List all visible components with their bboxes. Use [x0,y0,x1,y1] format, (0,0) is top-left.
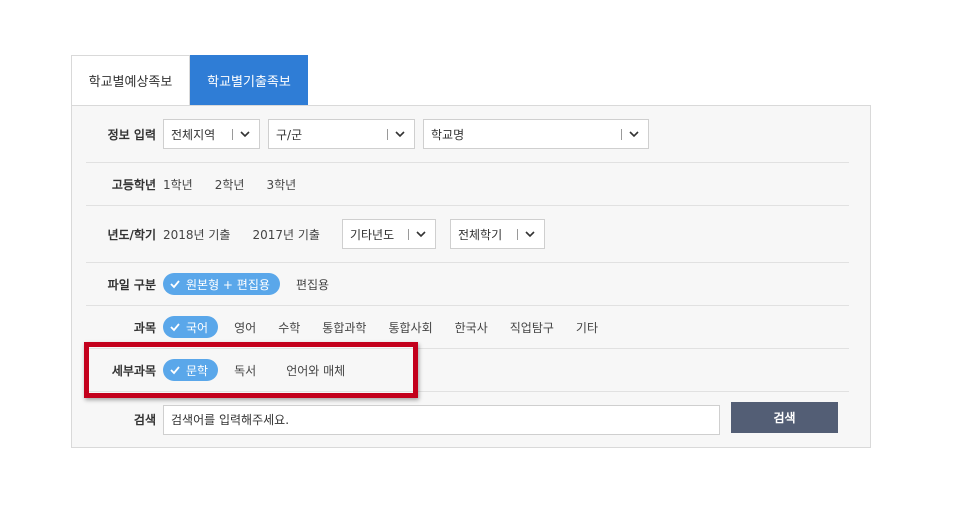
year-option-2017[interactable]: 2017년 기출 [252,226,319,243]
chevron-down-icon [395,131,405,138]
chevron-down-icon [240,131,250,138]
grade-option-3[interactable]: 3학년 [266,176,296,193]
grade-row: 고등학년 1학년 2학년 3학년 [86,163,849,206]
select-divider [232,129,233,140]
subject-option[interactable]: 직업탐구 [510,319,554,336]
file-type-row-label: 파일 구분 [107,277,156,292]
school-select[interactable]: 학교명 [423,119,649,149]
year-option-2018[interactable]: 2018년 기출 [163,226,230,243]
check-icon [170,280,180,289]
grade-row-label: 고등학년 [111,177,156,192]
subject-selected-label: 국어 [186,320,209,335]
chevron-down-icon [525,231,535,238]
search-row-label: 검색 [133,413,156,427]
info-row-label: 정보 입력 [107,127,156,142]
district-select[interactable]: 구/군 [268,119,415,149]
district-select-value: 구/군 [276,127,303,142]
year-row-label: 년도/학기 [107,227,156,242]
semester-select[interactable]: 전체학기 [449,219,545,249]
grade-option-2[interactable]: 2학년 [215,176,245,193]
select-divider [621,129,622,140]
file-type-option-edit[interactable]: 편집용 [296,276,329,293]
chevron-down-icon [629,131,639,138]
year-row: 년도/학기 2018년 기출 2017년 기출 기타년도 전체학기 [86,206,849,263]
tab-expected-exam[interactable]: 학교별예상족보 [71,55,190,105]
select-divider [407,229,409,240]
grade-option-1[interactable]: 1학년 [163,176,193,193]
subject-row-label: 과목 [133,320,156,335]
tab-past-exam[interactable]: 학교별기출족보 [190,55,308,105]
region-select[interactable]: 전체지역 [163,119,260,149]
school-select-value: 학교명 [431,127,465,142]
select-divider [387,129,388,140]
semester-select-value: 전체학기 [457,227,503,242]
file-type-selected[interactable]: 원본형 + 편집용 [163,273,280,295]
subject-option[interactable]: 통합과학 [322,319,366,336]
chevron-down-icon [416,231,426,238]
subject-option[interactable]: 기타 [576,319,598,336]
search-button[interactable]: 검색 [731,402,838,433]
region-select-value: 전체지역 [171,127,216,142]
highlight-box [84,342,418,398]
search-input[interactable] [163,404,720,435]
info-row: 정보 입력 전체지역 구/군 학교명 [86,106,849,163]
tab-bar: 학교별예상족보 학교별기출족보 [71,55,308,105]
other-year-select[interactable]: 기타년도 [341,219,436,249]
file-type-selected-label: 원본형 + 편집용 [186,277,270,292]
subject-option[interactable]: 수학 [278,319,300,336]
other-year-select-value: 기타년도 [349,227,395,242]
subject-option[interactable]: 통합사회 [388,319,432,336]
subject-option[interactable]: 영어 [234,319,256,336]
subject-selected[interactable]: 국어 [163,316,219,338]
check-icon [170,323,180,332]
select-divider [516,229,518,240]
subject-option[interactable]: 한국사 [455,319,488,336]
file-type-row: 파일 구분 원본형 + 편집용 편집용 [86,263,849,306]
